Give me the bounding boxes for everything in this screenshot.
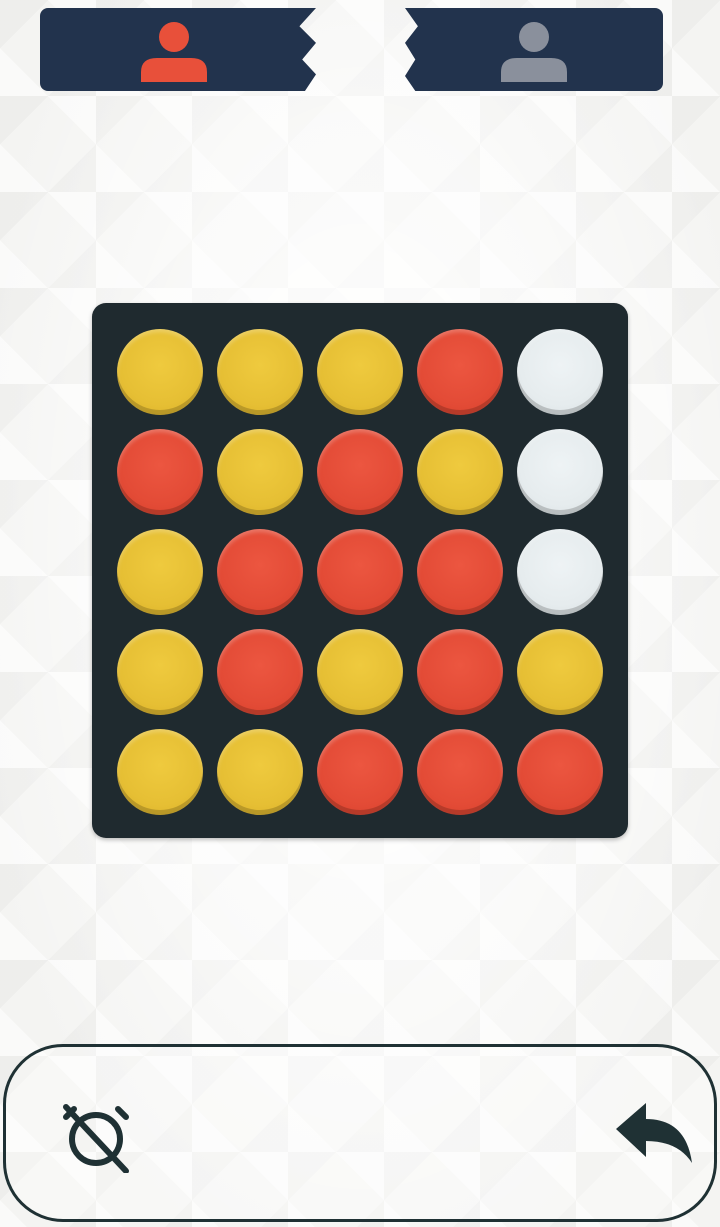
bottom-toolbar [3,1044,717,1222]
empty-slot[interactable] [517,529,603,615]
red-disc[interactable] [417,529,503,615]
yellow-disc[interactable] [417,429,503,515]
red-disc[interactable] [417,329,503,415]
red-disc[interactable] [217,629,303,715]
empty-slot[interactable] [517,329,603,415]
player-1-user-icon [141,22,207,82]
red-disc[interactable] [117,429,203,515]
board-grid [117,329,603,815]
yellow-disc[interactable] [217,729,303,815]
empty-slot[interactable] [517,429,603,515]
red-disc[interactable] [317,529,403,615]
red-disc[interactable] [317,729,403,815]
player-2-panel [405,8,663,91]
timer-off-icon[interactable] [60,1101,132,1173]
undo-icon[interactable] [612,1101,696,1171]
yellow-disc[interactable] [317,329,403,415]
player-2-user-icon [501,22,567,82]
yellow-disc[interactable] [117,729,203,815]
yellow-disc[interactable] [217,329,303,415]
player-1-panel [40,8,316,91]
yellow-disc[interactable] [117,629,203,715]
yellow-disc[interactable] [517,629,603,715]
yellow-disc[interactable] [317,629,403,715]
game-board [92,303,628,838]
yellow-disc[interactable] [217,429,303,515]
red-disc[interactable] [417,729,503,815]
red-disc[interactable] [217,529,303,615]
yellow-disc[interactable] [117,329,203,415]
red-disc[interactable] [317,429,403,515]
red-disc[interactable] [517,729,603,815]
yellow-disc[interactable] [117,529,203,615]
red-disc[interactable] [417,629,503,715]
